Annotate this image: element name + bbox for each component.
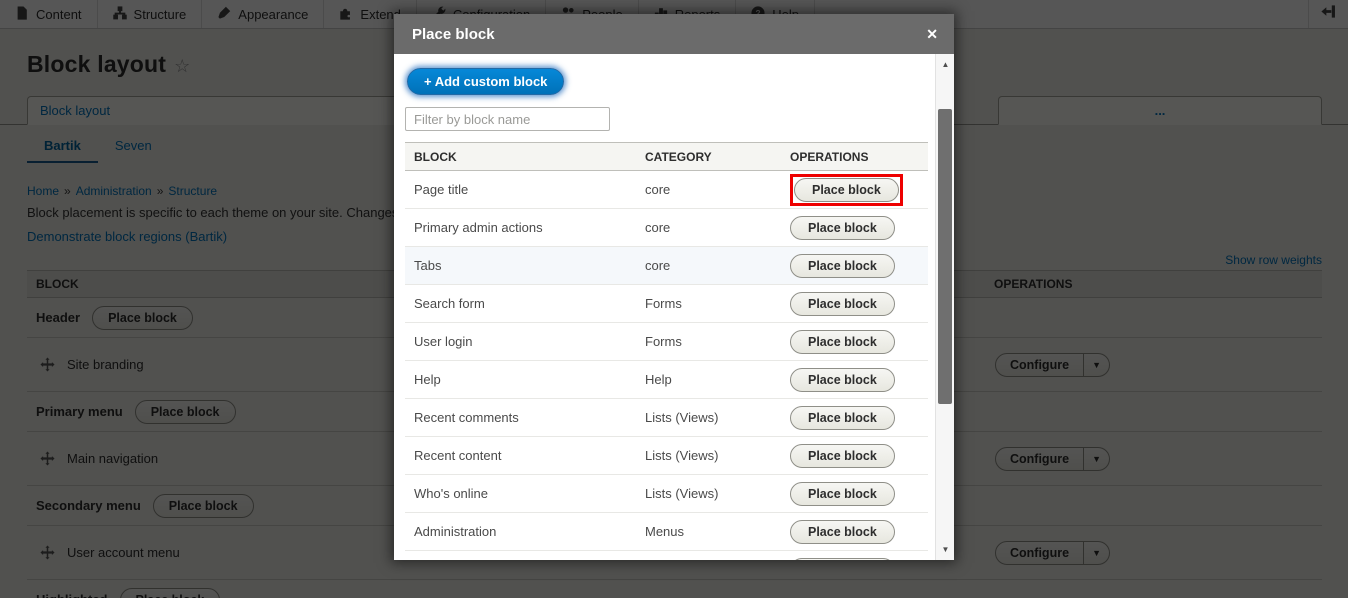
place-block-button[interactable]: Place block	[790, 330, 895, 354]
place-block-button[interactable]: Place block	[790, 482, 895, 506]
block-category: core	[645, 258, 670, 273]
table-row: Place block	[405, 551, 928, 560]
operations: Place block	[790, 558, 895, 561]
highlight-annotation: Place block	[790, 174, 903, 206]
place-block-button[interactable]: Place block	[790, 254, 895, 278]
table-row: User login Forms Place block	[405, 323, 928, 361]
dialog-content: + Add custom block BLOCK CATEGORY OPERAT…	[394, 54, 935, 560]
blocks-table: BLOCK CATEGORY OPERATIONS Page title core…	[405, 142, 928, 560]
operations: Place block	[790, 520, 895, 544]
block-category: core	[645, 182, 670, 197]
block-category: Lists (Views)	[645, 448, 718, 463]
block-name: Tabs	[414, 258, 441, 273]
dialog-title: Place block	[412, 26, 495, 43]
table-row: Who's online Lists (Views) Place block	[405, 475, 928, 513]
table-row: Page title core Place block	[405, 171, 928, 209]
place-block-button[interactable]: Place block	[790, 368, 895, 392]
place-block-button[interactable]: Place block	[790, 216, 895, 240]
block-category: Forms	[645, 334, 682, 349]
place-block-button[interactable]: Place block	[790, 520, 895, 544]
operations: Place block	[790, 292, 895, 316]
table-row: Recent content Lists (Views) Place block	[405, 437, 928, 475]
column-header-block: BLOCK	[414, 150, 457, 164]
block-category: Forms	[645, 296, 682, 311]
block-name: Help	[414, 372, 441, 387]
block-category: core	[645, 220, 670, 235]
table-row: Tabs core Place block	[405, 247, 928, 285]
table-row: Administration Menus Place block	[405, 513, 928, 551]
operations: Place block	[790, 254, 895, 278]
table-row: Primary admin actions core Place block	[405, 209, 928, 247]
block-name: Recent comments	[414, 410, 519, 425]
block-name: Primary admin actions	[414, 220, 543, 235]
operations: Place block	[790, 368, 895, 392]
table-row: Recent comments Lists (Views) Place block	[405, 399, 928, 437]
block-category: Menus	[645, 524, 684, 539]
block-name: Recent content	[414, 448, 501, 463]
block-name: User login	[414, 334, 473, 349]
operations: Place block	[790, 406, 895, 430]
operations: Place block	[790, 444, 895, 468]
block-category: Lists (Views)	[645, 486, 718, 501]
place-block-button[interactable]: Place block	[790, 406, 895, 430]
place-block-button[interactable]: Place block	[790, 292, 895, 316]
table-row: Help Help Place block	[405, 361, 928, 399]
screen: ContentStructureAppearanceExtendConfigur…	[0, 0, 1348, 598]
close-icon[interactable]: ✕	[926, 27, 938, 41]
filter-input[interactable]	[405, 107, 610, 131]
operations: Place block	[790, 216, 895, 240]
table-header-row: BLOCK CATEGORY OPERATIONS	[405, 142, 928, 171]
scroll-up-arrow-icon[interactable]: ▲	[936, 56, 954, 73]
block-name: Administration	[414, 524, 496, 539]
block-name: Page title	[414, 182, 468, 197]
block-name: Who's online	[414, 486, 488, 501]
add-custom-block-button[interactable]: + Add custom block	[407, 68, 564, 95]
block-category: Help	[645, 372, 672, 387]
place-block-dialog: Place block ✕ + Add custom block BLOCK C…	[394, 14, 954, 560]
dialog-titlebar[interactable]: Place block ✕	[394, 14, 954, 54]
place-block-button[interactable]: Place block	[794, 178, 899, 202]
table-row: Search form Forms Place block	[405, 285, 928, 323]
scrollbar[interactable]: ▲ ▼	[935, 54, 954, 560]
place-block-button[interactable]: Place block	[790, 558, 895, 561]
column-header-category: CATEGORY	[645, 150, 712, 164]
block-category: Lists (Views)	[645, 410, 718, 425]
place-block-button[interactable]: Place block	[790, 444, 895, 468]
scrollbar-thumb[interactable]	[938, 109, 952, 404]
operations: Place block	[790, 482, 895, 506]
table-body: Page titlecorePlace blockPrimary admin a…	[405, 171, 928, 560]
scroll-down-arrow-icon[interactable]: ▼	[936, 541, 954, 558]
column-header-operations: OPERATIONS	[790, 150, 868, 164]
block-name: Search form	[414, 296, 485, 311]
operations: Place block	[790, 174, 903, 206]
operations: Place block	[790, 330, 895, 354]
